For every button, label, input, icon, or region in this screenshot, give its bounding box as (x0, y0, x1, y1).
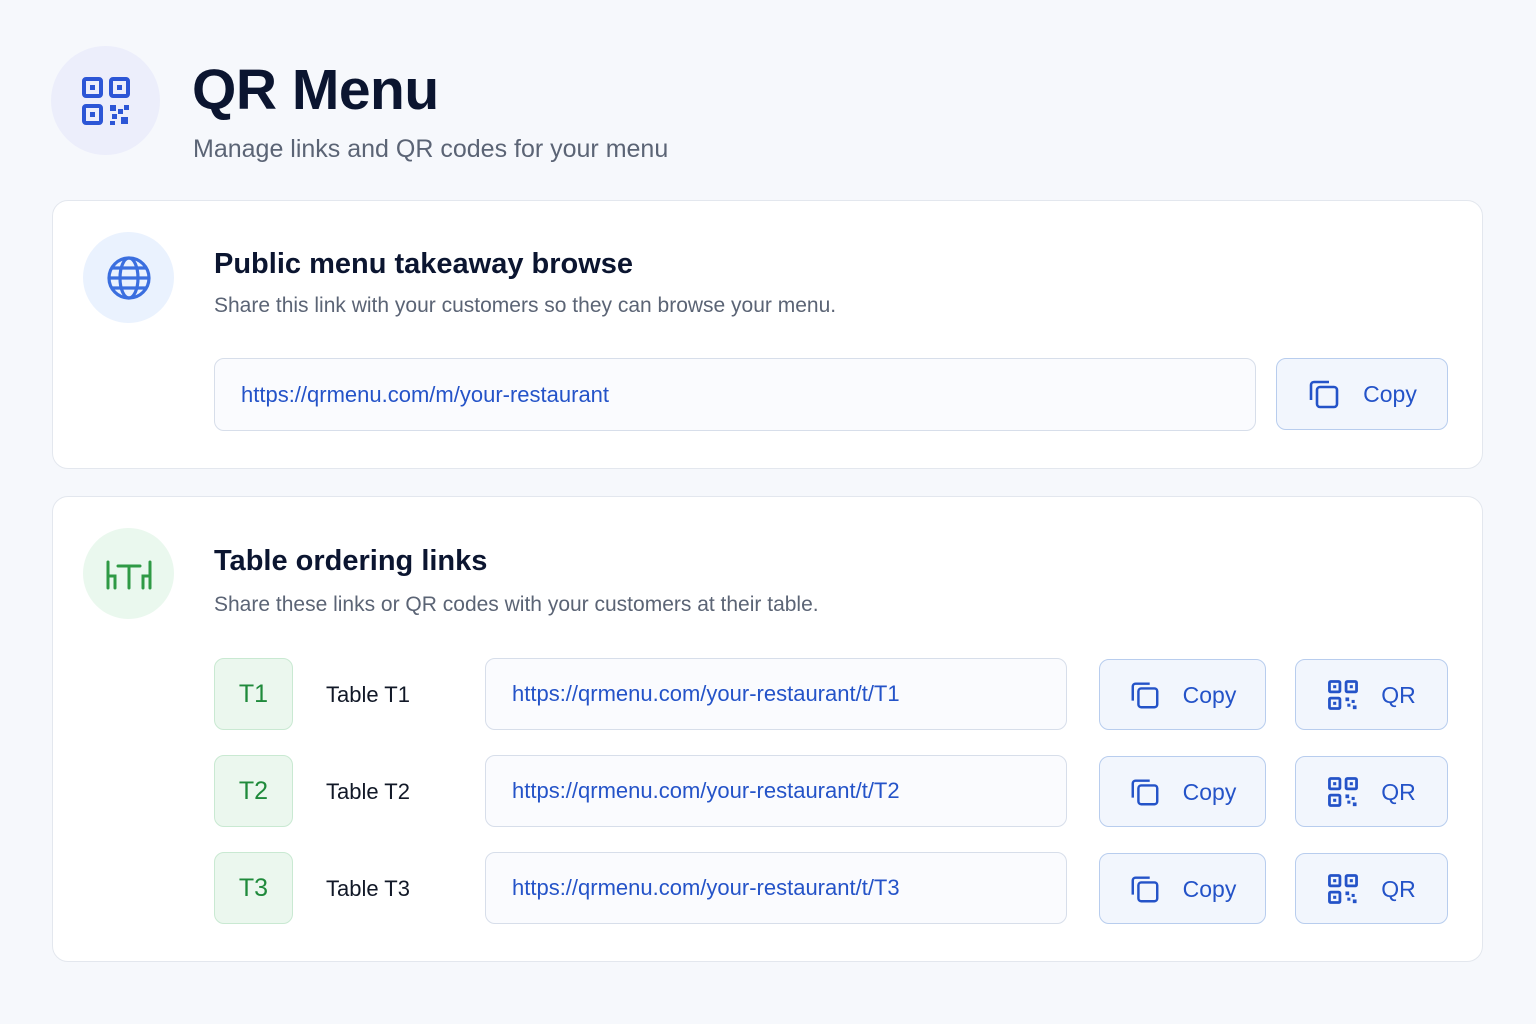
qr-label: QR (1381, 681, 1416, 708)
table-copy-button[interactable]: Copy (1099, 756, 1266, 827)
table-copy-button[interactable]: Copy (1099, 659, 1266, 730)
table-url: https://qrmenu.com/your-restaurant/t/T3 (512, 875, 900, 900)
table-badge: T2 (214, 755, 293, 827)
table-row-label: Table T3 (326, 876, 410, 901)
table-row-label: Table T2 (326, 779, 410, 804)
table-url: https://qrmenu.com/your-restaurant/t/T1 (512, 681, 900, 706)
table-qr-button[interactable]: QR (1295, 853, 1448, 924)
qr-label: QR (1381, 778, 1416, 805)
copy-label: Copy (1182, 778, 1237, 805)
qr-menu-logo (51, 46, 160, 155)
public-menu-url: https://qrmenu.com/m/your-restaurant (241, 381, 610, 407)
table-badge: T1 (214, 658, 293, 730)
table-links-description: Share these links or QR codes with your … (214, 593, 819, 616)
public-menu-copy-button[interactable]: Copy (1276, 358, 1448, 430)
table-url: https://qrmenu.com/your-restaurant/t/T2 (512, 778, 900, 803)
public-menu-description: Share this link with your customers so t… (214, 294, 837, 317)
table-copy-button[interactable]: Copy (1099, 853, 1266, 924)
table-links-title: Table ordering links (214, 545, 488, 577)
page-subtitle: Manage links and QR codes for your menu (193, 135, 669, 163)
table-qr-button[interactable]: QR (1295, 659, 1448, 730)
qr-code-icon (1327, 679, 1359, 711)
copy-label: Copy (1182, 875, 1237, 902)
public-menu-url-field[interactable]: https://qrmenu.com/m/your-restaurant (214, 358, 1256, 431)
qr-label: QR (1381, 875, 1416, 902)
copy-icon (1129, 776, 1161, 808)
table-row-label: Table T1 (326, 682, 410, 707)
copy-label: Copy (1182, 681, 1237, 708)
table-url-field[interactable]: https://qrmenu.com/your-restaurant/t/T2 (485, 755, 1067, 827)
table-badge: T3 (214, 852, 293, 924)
public-menu-title: Public menu takeaway browse (214, 248, 634, 280)
table-icon-circle (83, 528, 174, 619)
qr-code-icon (1327, 776, 1359, 808)
copy-icon (1307, 377, 1341, 411)
table-url-field[interactable]: https://qrmenu.com/your-restaurant/t/T3 (485, 852, 1067, 924)
public-menu-card: Public menu takeaway browse Share this l… (52, 200, 1483, 469)
copy-label: Copy (1363, 381, 1417, 407)
table-url-field[interactable]: https://qrmenu.com/your-restaurant/t/T1 (485, 658, 1067, 730)
table-icon (104, 554, 154, 594)
copy-icon (1129, 679, 1161, 711)
page-title: QR Menu (192, 58, 439, 122)
qr-code-icon (1327, 873, 1359, 905)
qr-code-icon (80, 75, 132, 127)
copy-icon (1129, 873, 1161, 905)
globe-icon (105, 254, 153, 302)
table-qr-button[interactable]: QR (1295, 756, 1448, 827)
globe-icon-circle (83, 232, 174, 323)
table-links-card: Table ordering links Share these links o… (52, 496, 1483, 962)
